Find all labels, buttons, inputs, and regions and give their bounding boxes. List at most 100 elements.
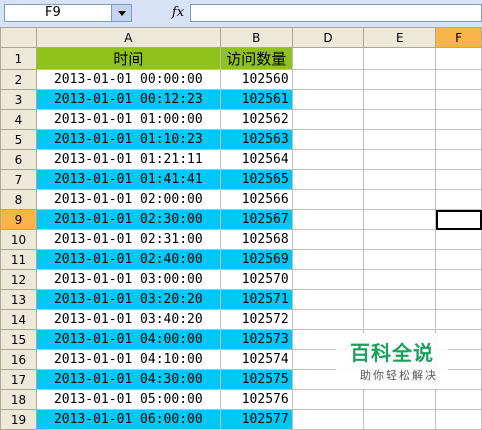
- cell[interactable]: [291, 249, 365, 270]
- cell-count[interactable]: 102566: [219, 189, 293, 210]
- cell-time[interactable]: 2013-01-01 03:00:00: [35, 269, 221, 290]
- name-box[interactable]: F9: [4, 4, 132, 22]
- cell-count[interactable]: 102570: [219, 269, 293, 290]
- cell[interactable]: [291, 309, 365, 330]
- cell[interactable]: [363, 229, 437, 250]
- row-header[interactable]: 11: [0, 249, 37, 270]
- cell[interactable]: [435, 189, 482, 210]
- cell[interactable]: [291, 229, 365, 250]
- cell[interactable]: [435, 47, 482, 70]
- cell-time[interactable]: 2013-01-01 00:12:23: [35, 89, 221, 110]
- cell-count[interactable]: 102575: [219, 369, 293, 390]
- active-cell[interactable]: [435, 209, 482, 230]
- column-header-e[interactable]: E: [363, 27, 437, 48]
- formula-input[interactable]: [190, 4, 482, 22]
- cell-time[interactable]: 2013-01-01 01:21:11: [35, 149, 221, 170]
- row-header[interactable]: 5: [0, 129, 37, 150]
- cell[interactable]: [291, 129, 365, 150]
- cell[interactable]: [291, 389, 365, 410]
- cell-count[interactable]: 102561: [219, 89, 293, 110]
- row-header[interactable]: 4: [0, 109, 37, 130]
- row-header[interactable]: 14: [0, 309, 37, 330]
- cell-time[interactable]: 2013-01-01 02:00:00: [35, 189, 221, 210]
- cell-count[interactable]: 102571: [219, 289, 293, 310]
- cell[interactable]: [363, 269, 437, 290]
- cell[interactable]: [363, 69, 437, 90]
- cell-count[interactable]: 102562: [219, 109, 293, 130]
- cell[interactable]: [291, 89, 365, 110]
- cell-time[interactable]: 2013-01-01 01:41:41: [35, 169, 221, 190]
- cell-time[interactable]: 2013-01-01 02:40:00: [35, 249, 221, 270]
- cell[interactable]: [435, 89, 482, 110]
- cell[interactable]: [363, 249, 437, 270]
- cell[interactable]: [291, 409, 365, 430]
- cell-count[interactable]: 102565: [219, 169, 293, 190]
- cell-time[interactable]: 2013-01-01 02:30:00: [35, 209, 221, 230]
- cell[interactable]: [435, 309, 482, 330]
- cell-time[interactable]: 2013-01-01 06:00:00: [35, 409, 221, 430]
- cell[interactable]: [363, 47, 437, 70]
- cell-time[interactable]: 2013-01-01 01:10:23: [35, 129, 221, 150]
- column-header-a[interactable]: A: [35, 27, 221, 48]
- cell[interactable]: [435, 229, 482, 250]
- cell-count[interactable]: 102577: [219, 409, 293, 430]
- cell-count[interactable]: 102573: [219, 329, 293, 350]
- row-header[interactable]: 6: [0, 149, 37, 170]
- cell[interactable]: [435, 129, 482, 150]
- cell-count[interactable]: 102572: [219, 309, 293, 330]
- cell[interactable]: [435, 289, 482, 310]
- cell[interactable]: [363, 89, 437, 110]
- row-header[interactable]: 16: [0, 349, 37, 370]
- row-header[interactable]: 2: [0, 69, 37, 90]
- column-header-f[interactable]: F: [435, 27, 482, 48]
- cell[interactable]: [291, 109, 365, 130]
- cell[interactable]: [435, 249, 482, 270]
- cell[interactable]: [435, 389, 482, 410]
- cell-time[interactable]: 2013-01-01 05:00:00: [35, 389, 221, 410]
- cell-header-time[interactable]: 时间: [35, 47, 221, 70]
- cell[interactable]: [291, 269, 365, 290]
- cell[interactable]: [291, 189, 365, 210]
- cell-header-count[interactable]: 访问数量: [219, 47, 293, 70]
- cell-time[interactable]: 2013-01-01 04:10:00: [35, 349, 221, 370]
- cell[interactable]: [363, 109, 437, 130]
- row-header[interactable]: 13: [0, 289, 37, 310]
- cell-count[interactable]: 102560: [219, 69, 293, 90]
- cell[interactable]: [435, 169, 482, 190]
- cell-time[interactable]: 2013-01-01 03:20:20: [35, 289, 221, 310]
- cell-time[interactable]: 2013-01-01 04:00:00: [35, 329, 221, 350]
- row-header[interactable]: 7: [0, 169, 37, 190]
- cell[interactable]: [363, 309, 437, 330]
- cell[interactable]: [291, 69, 365, 90]
- row-header[interactable]: 17: [0, 369, 37, 390]
- cell-time[interactable]: 2013-01-01 01:00:00: [35, 109, 221, 130]
- row-header[interactable]: 3: [0, 89, 37, 110]
- column-header-d[interactable]: D: [291, 27, 365, 48]
- cell[interactable]: [435, 109, 482, 130]
- row-header[interactable]: 19: [0, 409, 37, 430]
- cell-count[interactable]: 102567: [219, 209, 293, 230]
- cell[interactable]: [435, 149, 482, 170]
- row-header[interactable]: 10: [0, 229, 37, 250]
- cell[interactable]: [291, 209, 365, 230]
- cell-count[interactable]: 102568: [219, 229, 293, 250]
- cell[interactable]: [291, 289, 365, 310]
- cell[interactable]: [435, 269, 482, 290]
- cell-count[interactable]: 102564: [219, 149, 293, 170]
- cell[interactable]: [363, 389, 437, 410]
- fx-icon[interactable]: fx: [166, 4, 190, 22]
- cell-time[interactable]: 2013-01-01 02:31:00: [35, 229, 221, 250]
- cell[interactable]: [363, 129, 437, 150]
- cell[interactable]: [363, 189, 437, 210]
- cell[interactable]: [363, 289, 437, 310]
- cell-time[interactable]: 2013-01-01 00:00:00: [35, 69, 221, 90]
- name-box-dropdown-button[interactable]: [111, 5, 131, 21]
- cell[interactable]: [363, 409, 437, 430]
- cell-count[interactable]: 102576: [219, 389, 293, 410]
- row-header[interactable]: 15: [0, 329, 37, 350]
- cell-count[interactable]: 102574: [219, 349, 293, 370]
- cell[interactable]: [435, 409, 482, 430]
- cell[interactable]: [363, 209, 437, 230]
- cell[interactable]: [363, 169, 437, 190]
- cell-count[interactable]: 102569: [219, 249, 293, 270]
